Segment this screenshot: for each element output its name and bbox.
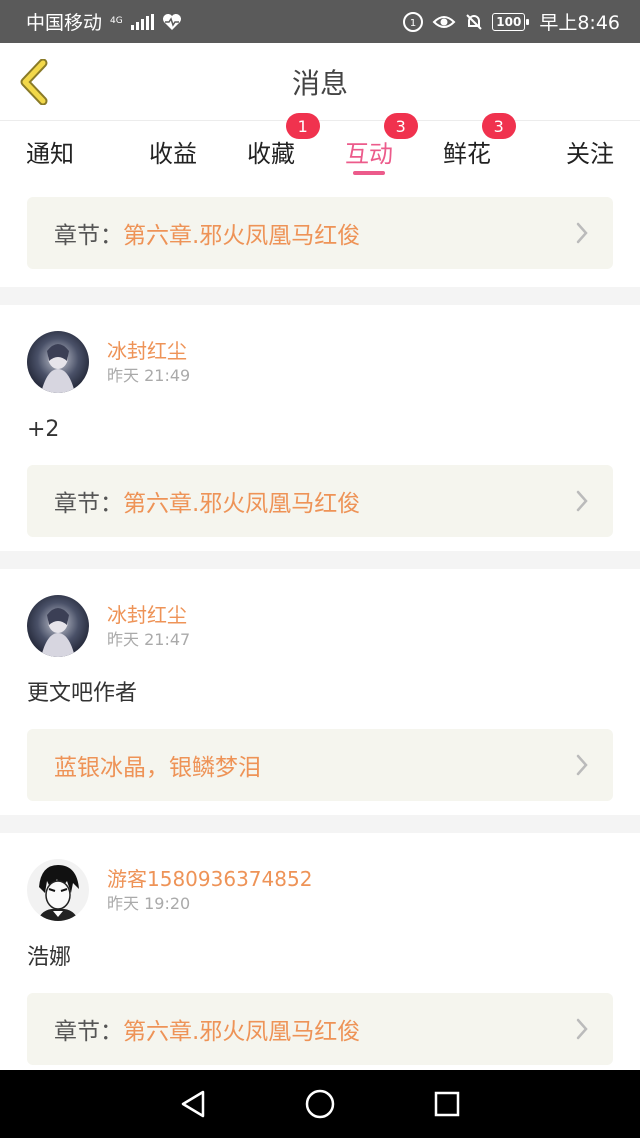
data-saver-icon: 1	[403, 11, 424, 32]
list-item: 冰封红尘 昨天 21:49 +2 章节： 第六章.邪火凤凰马红俊	[0, 305, 640, 551]
triangle-back-icon	[182, 1090, 205, 1118]
tab-flowers[interactable]: 鲜花 3	[418, 113, 516, 181]
chevron-right-icon	[576, 754, 588, 776]
battery-icon: 100	[492, 12, 530, 31]
tab-interaction[interactable]: 互动 3	[320, 113, 418, 181]
avatar[interactable]	[27, 595, 89, 657]
clock: 早上8:46	[539, 12, 620, 34]
flowers-badge: 3	[481, 113, 516, 139]
tab-earnings[interactable]: 收益	[124, 121, 222, 181]
interaction-badge: 3	[383, 113, 418, 139]
user-name[interactable]: 游客1580936374852	[107, 865, 312, 893]
tab-favorites[interactable]: 收藏 1	[222, 113, 320, 181]
app-header: 消息	[0, 43, 640, 121]
nav-home-button[interactable]	[298, 1082, 342, 1126]
avatar[interactable]	[27, 331, 89, 393]
list-item: 游客1580936374852 昨天 19:20 浩娜 章节： 第六章.邪火凤凰…	[0, 833, 640, 1070]
heart-icon	[162, 13, 181, 30]
mute-bell-icon	[466, 13, 482, 30]
tab-notifications[interactable]: 通知	[0, 121, 124, 181]
signal-icon	[130, 13, 154, 30]
comment-text: 更文吧作者	[27, 681, 138, 706]
page-title: 消息	[291, 66, 348, 100]
timestamp: 昨天 21:47	[107, 630, 191, 649]
chapter-link[interactable]: 蓝银冰晶，银鳞梦泪	[27, 729, 613, 801]
user-name[interactable]: 冰封红尘	[107, 601, 190, 629]
chapter-link[interactable]: 章节： 第六章.邪火凤凰马红俊	[27, 993, 613, 1065]
chapter-link[interactable]: 章节： 第六章.邪火凤凰马红俊	[27, 465, 613, 537]
circle-home-icon	[305, 1089, 335, 1119]
eye-icon	[432, 15, 456, 28]
tab-bar: 通知 收益 收藏 1 互动 3 鲜花 3 关注	[0, 113, 640, 181]
list-item: 冰封红尘 昨天 21:47 更文吧作者 蓝银冰晶，银鳞梦泪	[0, 569, 640, 815]
tab-follow[interactable]: 关注	[516, 121, 640, 181]
network-type: 4G	[110, 16, 123, 26]
nav-recent-button[interactable]	[425, 1082, 469, 1126]
user-name[interactable]: 冰封红尘	[107, 337, 190, 365]
chevron-right-icon	[576, 490, 588, 512]
timestamp: 昨天 21:49	[107, 366, 191, 385]
list-item: 章节： 第六章.邪火凤凰马红俊	[0, 181, 640, 287]
timestamp: 昨天 19:20	[107, 894, 191, 913]
system-nav-bar	[0, 1070, 640, 1138]
square-recent-icon	[434, 1091, 459, 1117]
comment-text: +2	[27, 417, 60, 442]
chapter-link[interactable]: 章节： 第六章.邪火凤凰马红俊	[27, 197, 613, 269]
chevron-left-icon	[20, 59, 48, 105]
avatar[interactable]	[27, 859, 89, 921]
svg-text:1: 1	[410, 18, 416, 29]
carrier-label: 中国移动	[26, 12, 103, 34]
chevron-right-icon	[576, 1018, 588, 1040]
status-bar: 中国移动 4G 1 100 早上8:46	[0, 0, 640, 43]
back-button[interactable]	[14, 57, 54, 107]
favorites-badge: 1	[285, 113, 320, 139]
nav-back-button[interactable]	[171, 1082, 215, 1126]
comment-text: 浩娜	[27, 945, 72, 970]
message-list[interactable]: 章节： 第六章.邪火凤凰马红俊 冰封红尘 昨天 21:49 +2 章节： 第六章…	[0, 181, 640, 1070]
chevron-right-icon	[576, 222, 588, 244]
